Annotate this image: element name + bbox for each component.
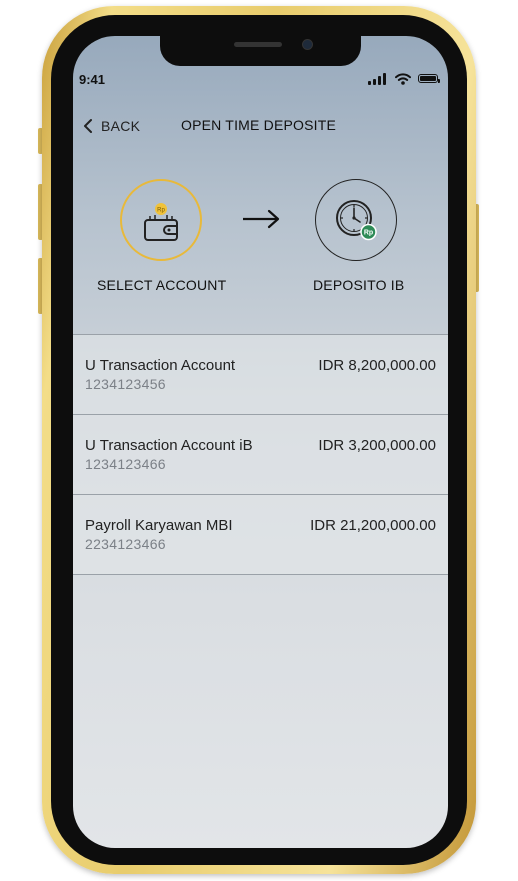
account-list: U Transaction Account 1234123456 IDR 8,2… [73,334,448,575]
wifi-icon [395,73,411,85]
step-select-account: Rp [120,179,202,261]
notch [160,36,361,66]
wallet-icon: Rp [144,203,178,241]
back-label: BACK [101,118,141,134]
rp-badge-text: Rp [157,208,165,214]
back-button[interactable]: BACK [83,114,140,138]
account-number: 2234123466 [85,536,166,552]
step-label-select-account: SELECT ACCOUNT [97,277,227,293]
front-camera [303,40,312,49]
status-icons [368,73,440,85]
account-name: U Transaction Account [85,357,236,374]
chevron-left-icon [84,119,92,133]
signal-icon [368,73,388,85]
account-balance: IDR 8,200,000.00 [318,357,436,374]
account-row[interactable]: U Transaction Account 1234123456 IDR 8,2… [73,335,448,415]
app-screen: 9:41 BACK OPEN TIME DEPOSITE Rp SELECT A… [73,36,448,848]
speaker-grille [234,42,282,47]
step-label-deposito-ib: DEPOSITO IB [313,277,405,293]
rp-badge-text-2: Rp [364,230,373,237]
battery-icon [418,74,440,83]
account-name: U Transaction Account iB [85,437,253,454]
account-balance: IDR 3,200,000.00 [318,437,436,454]
header: BACK OPEN TIME DEPOSITE [73,114,448,138]
account-balance: IDR 21,200,000.00 [310,517,436,534]
status-time: 9:41 [79,72,106,87]
account-name: Payroll Karyawan MBI [85,517,233,534]
account-row[interactable]: Payroll Karyawan MBI 2234123466 IDR 21,2… [73,495,448,575]
account-row[interactable]: U Transaction Account iB 1234123466 IDR … [73,415,448,495]
page-title: OPEN TIME DEPOSITE [181,117,337,133]
arrow-right-icon [243,209,280,229]
account-number: 1234123456 [85,376,166,392]
clock-icon: Rp [336,200,377,241]
account-number: 1234123466 [85,456,166,472]
step-deposito-ib: Rp [315,179,397,261]
